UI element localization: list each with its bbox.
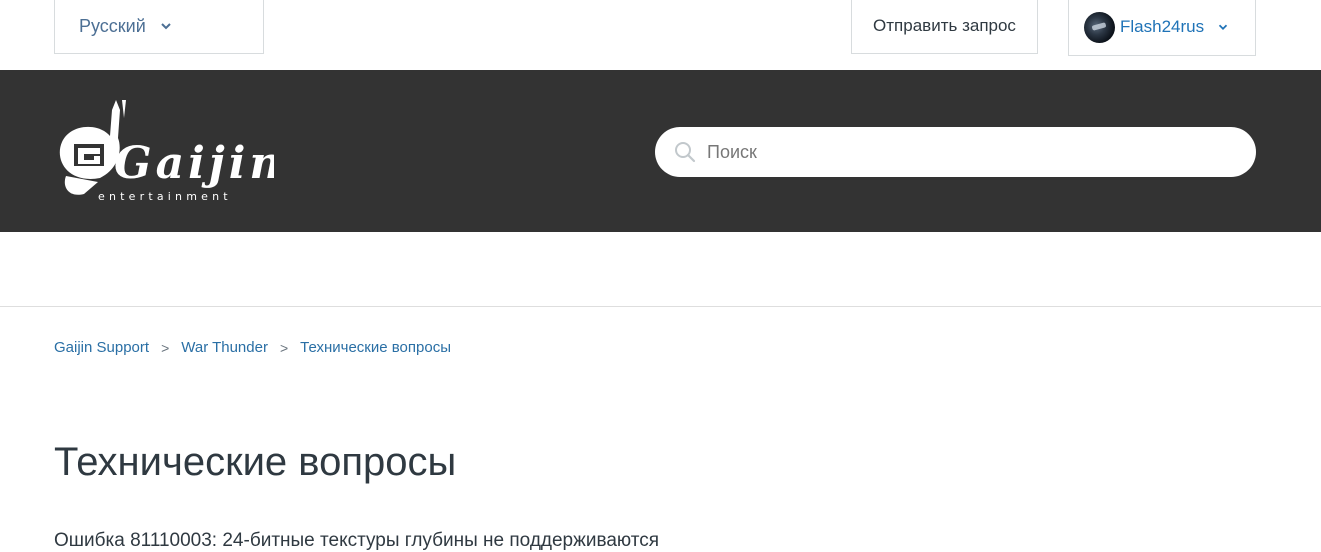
search-icon: [675, 142, 696, 163]
logo-subtext: entertainment: [98, 190, 232, 203]
logo-text: Gaijin: [114, 138, 274, 189]
breadcrumb-war-thunder[interactable]: War Thunder: [181, 339, 268, 356]
chevron-down-icon: [161, 23, 171, 30]
language-label: Русский: [79, 15, 146, 36]
breadcrumb-separator: >: [161, 339, 170, 356]
breadcrumb-gaijin-support[interactable]: Gaijin Support: [54, 339, 149, 356]
submit-request-button[interactable]: Отправить запрос: [851, 0, 1038, 54]
divider: [0, 306, 1321, 307]
logo-image: Gaijin entertainment: [59, 100, 281, 203]
gaijin-logo[interactable]: Gaijin entertainment: [54, 98, 281, 206]
avatar: [1084, 11, 1115, 43]
breadcrumb-technical-questions[interactable]: Технические вопросы: [300, 339, 451, 356]
page-title: Технические вопросы: [54, 440, 457, 484]
chevron-down-icon: [1218, 24, 1228, 30]
top-bar: Русский Отправить запрос Flash24rus: [0, 0, 1321, 70]
breadcrumb: Gaijin Support > War Thunder > Техническ…: [54, 339, 451, 356]
submit-request-label: Отправить запрос: [873, 16, 1016, 35]
article-link[interactable]: Ошибка 81110003: 24-битные текстуры глуб…: [54, 530, 659, 552]
site-header: Gaijin entertainment: [0, 70, 1321, 232]
user-menu[interactable]: Flash24rus: [1068, 0, 1256, 56]
user-name: Flash24rus: [1120, 17, 1205, 36]
language-selector[interactable]: Русский: [54, 0, 264, 54]
search-input[interactable]: [705, 140, 1229, 164]
breadcrumb-separator: >: [279, 339, 289, 356]
search-bar[interactable]: [655, 127, 1256, 177]
